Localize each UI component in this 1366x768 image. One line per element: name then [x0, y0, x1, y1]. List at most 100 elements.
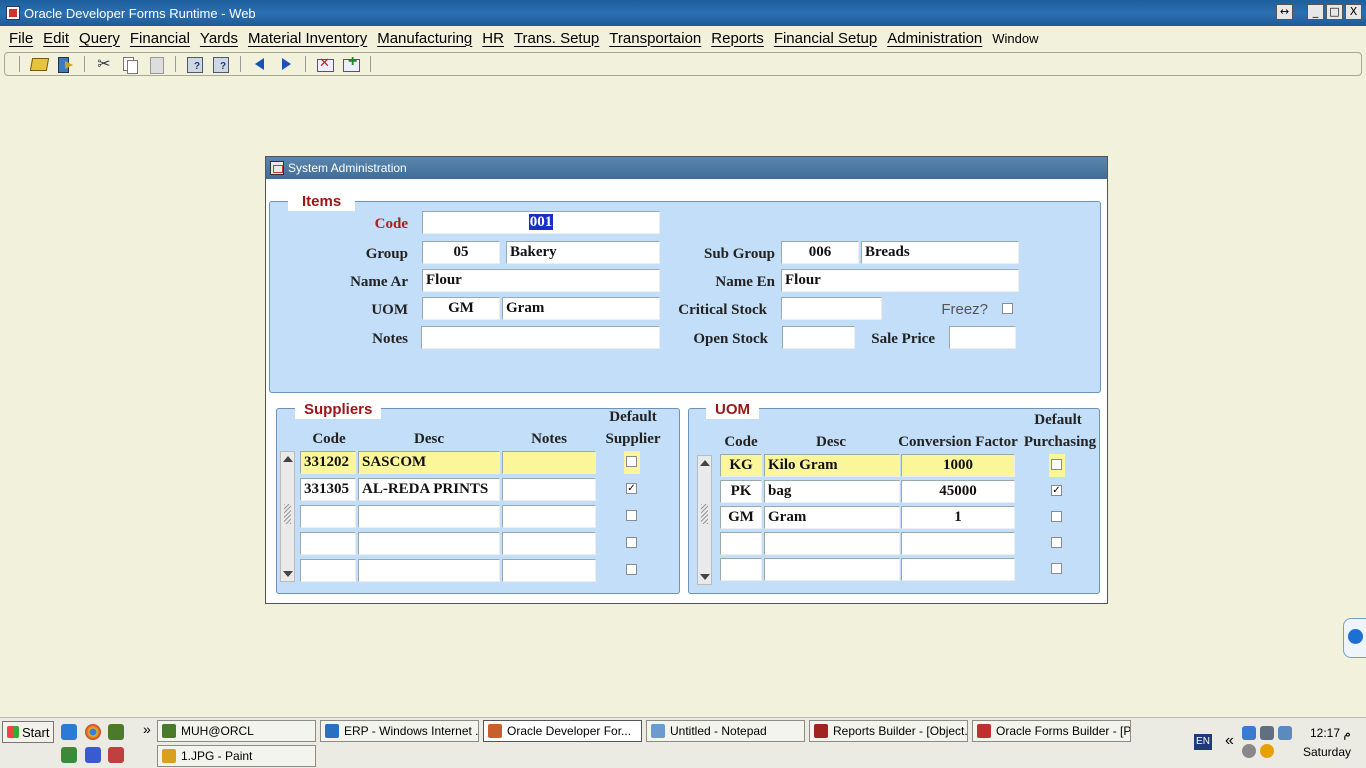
- quicklaunch-overflow[interactable]: »: [143, 721, 151, 737]
- menu-financial-setup[interactable]: Financial Setup: [769, 30, 882, 47]
- open-icon[interactable]: [29, 55, 49, 73]
- uom-default-checkbox[interactable]: [1051, 511, 1062, 522]
- menu-material-inventory[interactable]: Material Inventory: [243, 30, 372, 47]
- exit-icon[interactable]: [55, 55, 75, 73]
- clock-day[interactable]: Saturday: [1303, 745, 1351, 759]
- task-reports-builder[interactable]: Reports Builder - [Object...: [809, 720, 968, 742]
- name-en-field[interactable]: Flour: [781, 269, 1019, 292]
- scroll-down-icon[interactable]: [700, 574, 710, 580]
- task-oracle-forms-builder[interactable]: Oracle Forms Builder - [P...: [972, 720, 1131, 742]
- minimize-button[interactable]: _: [1307, 4, 1324, 20]
- suppliers-scrollbar[interactable]: [280, 451, 295, 582]
- supplier-code-cell[interactable]: [300, 532, 356, 555]
- supplier-default-checkbox[interactable]: [626, 510, 637, 521]
- maximize-button[interactable]: □: [1326, 4, 1343, 20]
- insert-record-icon[interactable]: [341, 53, 361, 73]
- supplier-default-checkbox[interactable]: [626, 537, 637, 548]
- task-paint[interactable]: 1.JPG - Paint: [157, 745, 316, 767]
- menu-hr[interactable]: HR: [477, 30, 509, 47]
- menu-window[interactable]: Window: [987, 31, 1043, 46]
- uom-factor-cell[interactable]: [901, 558, 1015, 581]
- supplier-desc-cell[interactable]: AL-REDA PRINTS: [358, 478, 500, 501]
- sub-group-name-field[interactable]: Breads: [861, 241, 1019, 264]
- supplier-code-cell[interactable]: [300, 505, 356, 528]
- start-button[interactable]: Start: [2, 721, 54, 743]
- scroll-grip[interactable]: [701, 504, 708, 524]
- critical-stock-field[interactable]: [781, 297, 882, 320]
- uom-desc-cell[interactable]: [764, 532, 900, 555]
- tools-quicklaunch-icon[interactable]: [108, 747, 124, 763]
- uom-name-field[interactable]: Gram: [502, 297, 660, 320]
- supplier-desc-cell[interactable]: [358, 559, 500, 582]
- supplier-notes-cell[interactable]: [502, 451, 596, 474]
- task-erp-internet-explorer[interactable]: ERP - Windows Internet ...: [320, 720, 479, 742]
- link-quicklaunch-icon[interactable]: [85, 747, 101, 763]
- clock-time[interactable]: 12:17 م: [1310, 726, 1351, 740]
- copy-icon[interactable]: [120, 55, 140, 74]
- settings-tray-icon[interactable]: [1242, 744, 1256, 758]
- language-indicator[interactable]: EN: [1194, 734, 1212, 750]
- group-name-field[interactable]: Bakery: [506, 241, 660, 264]
- sale-price-field[interactable]: [949, 326, 1016, 349]
- scroll-down-icon[interactable]: [283, 571, 293, 577]
- supplier-desc-cell[interactable]: [358, 505, 500, 528]
- execute-query-icon[interactable]: [211, 55, 231, 73]
- uom-code-cell[interactable]: GM: [720, 506, 762, 529]
- uom-factor-cell[interactable]: 45000: [901, 480, 1015, 503]
- supplier-desc-cell[interactable]: SASCOM: [358, 451, 500, 474]
- supplier-notes-cell[interactable]: [502, 559, 596, 582]
- uom-default-checkbox[interactable]: [1051, 563, 1062, 574]
- supplier-code-cell[interactable]: 331202: [300, 451, 356, 474]
- chrome-quicklaunch-icon[interactable]: [85, 724, 101, 740]
- scroll-up-icon[interactable]: [283, 456, 293, 462]
- restore-size-button[interactable]: ↔: [1276, 4, 1293, 20]
- uom-default-checkbox[interactable]: ✓: [1051, 485, 1062, 496]
- menu-query[interactable]: Query: [74, 30, 125, 47]
- menu-file[interactable]: File: [4, 30, 38, 47]
- supplier-code-cell[interactable]: 331305: [300, 478, 356, 501]
- uom-factor-cell[interactable]: 1000: [901, 454, 1015, 477]
- sql-quicklaunch-icon[interactable]: [108, 724, 124, 740]
- open-stock-field[interactable]: [782, 326, 855, 349]
- task-notepad[interactable]: Untitled - Notepad: [646, 720, 805, 742]
- tray-expand-chevron[interactable]: «: [1225, 732, 1234, 750]
- supplier-default-checkbox[interactable]: [626, 564, 637, 575]
- uom-scrollbar[interactable]: [697, 455, 712, 585]
- supplier-default-checkbox[interactable]: [626, 456, 637, 467]
- menu-trans-setup[interactable]: Trans. Setup: [509, 30, 604, 47]
- group-code-field[interactable]: 05: [422, 241, 500, 264]
- uom-code-cell[interactable]: PK: [720, 480, 762, 503]
- paste-icon[interactable]: [146, 55, 166, 74]
- menu-financial[interactable]: Financial: [125, 30, 195, 47]
- ie-quicklaunch-icon[interactable]: [61, 724, 77, 740]
- task-muh-orcl[interactable]: MUH@ORCL: [157, 720, 316, 742]
- menu-manufacturing[interactable]: Manufacturing: [372, 30, 477, 47]
- menu-yards[interactable]: Yards: [195, 30, 243, 47]
- display-tray-icon[interactable]: [1278, 726, 1292, 740]
- cut-icon[interactable]: ✂: [94, 55, 114, 73]
- monitor-tray-icon[interactable]: [1260, 726, 1274, 740]
- name-ar-field[interactable]: Flour: [422, 269, 660, 292]
- notes-field[interactable]: [421, 326, 660, 349]
- uom-desc-cell[interactable]: bag: [764, 480, 900, 503]
- warning-tray-icon[interactable]: [1260, 744, 1274, 758]
- supplier-notes-cell[interactable]: [502, 478, 596, 501]
- code-field[interactable]: 001: [422, 211, 660, 234]
- uom-default-checkbox[interactable]: [1051, 537, 1062, 548]
- enter-query-icon[interactable]: [185, 55, 205, 73]
- uom-desc-cell[interactable]: [764, 558, 900, 581]
- teamviewer-tab[interactable]: [1343, 618, 1366, 658]
- delete-record-icon[interactable]: [315, 55, 335, 73]
- supplier-desc-cell[interactable]: [358, 532, 500, 555]
- uom-desc-cell[interactable]: Gram: [764, 506, 900, 529]
- uom-factor-cell[interactable]: [901, 532, 1015, 555]
- menu-administration[interactable]: Administration: [882, 30, 987, 47]
- next-record-icon[interactable]: [276, 55, 296, 73]
- menu-reports[interactable]: Reports: [706, 30, 769, 47]
- task-oracle-developer-forms[interactable]: Oracle Developer For...: [483, 720, 642, 742]
- uom-code-cell[interactable]: [720, 532, 762, 555]
- uom-default-checkbox[interactable]: [1051, 459, 1062, 470]
- sub-group-code-field[interactable]: 006: [781, 241, 859, 264]
- supplier-notes-cell[interactable]: [502, 505, 596, 528]
- supplier-default-checkbox[interactable]: ✓: [626, 483, 637, 494]
